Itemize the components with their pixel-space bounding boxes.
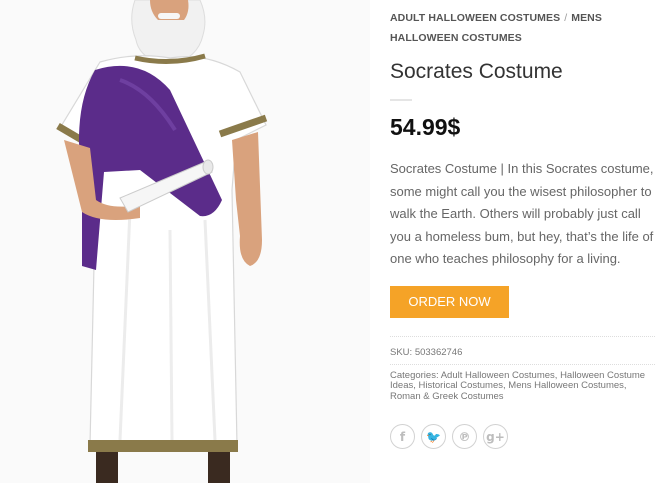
categories-label: Categories: [390,369,439,381]
costume-illustration [56,0,268,483]
order-now-button[interactable]: ORDER NOW [390,285,509,318]
breadcrumb-separator: / [564,12,568,24]
title-divider [390,99,412,101]
pinterest-icon[interactable]: ℗ [452,424,477,449]
sku-divider [390,363,655,366]
category-link[interactable]: Adult Halloween Costumes [441,370,555,381]
breadcrumb: ADULT HALLOWEEN COSTUMES / MENS HALLOWEEN … [390,8,655,48]
category-link[interactable]: Mens Halloween Costumes [508,380,624,391]
twitter-icon[interactable]: 🐦 [421,424,446,449]
category-link[interactable]: Historical Costumes [419,380,503,391]
product-image[interactable] [0,0,370,483]
google-plus-icon[interactable]: g+ [483,424,508,449]
sku: SKU: 503362746 [390,346,655,360]
breadcrumb-link-adult-halloween[interactable]: ADULT HALLOWEEN COSTUMES [390,12,560,24]
product-info: ADULT HALLOWEEN COSTUMES / MENS HALLOWEEN … [390,0,655,449]
meta-divider [390,335,655,338]
category-link[interactable]: Roman & Greek Costumes [390,391,504,402]
product-title: Socrates Costume [390,60,563,83]
share-buttons: f 🐦 ℗ g+ [390,424,655,449]
product-description: Socrates Costume | In this Socrates cost… [390,161,654,266]
product-price: 54.99$ [390,114,461,140]
sku-label: SKU: [390,346,413,358]
sku-value: 503362746 [414,346,463,358]
facebook-icon[interactable]: f [390,424,415,449]
categories: Categories: Adult Halloween Costumes, Ha… [390,369,646,402]
